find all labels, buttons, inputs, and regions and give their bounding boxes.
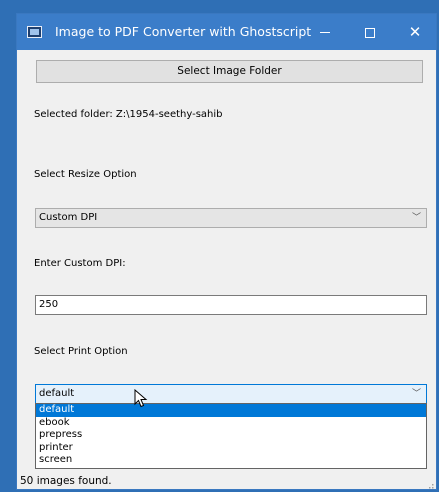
resize-option-label: Select Resize Option — [34, 169, 137, 180]
select-image-folder-button[interactable]: Select Image Folder — [36, 60, 423, 83]
print-option-label: Select Print Option — [34, 346, 128, 357]
status-bar: 50 images found. — [17, 474, 436, 489]
chevron-down-icon: ﹀ — [411, 213, 421, 223]
custom-dpi-input[interactable]: 250 — [35, 295, 427, 315]
app-icon — [27, 26, 42, 38]
minimize-button[interactable] — [303, 14, 347, 50]
print-option-dropdown-list: default ebook prepress printer screen — [35, 403, 427, 469]
resize-grip-icon[interactable] — [426, 481, 434, 489]
print-option-value: default — [39, 388, 75, 399]
chevron-down-icon: ﹀ — [411, 389, 421, 399]
app-window: Image to PDF Converter with Ghostscript … — [16, 13, 437, 490]
dropdown-option-prepress[interactable]: prepress — [36, 429, 426, 442]
status-text: 50 images found. — [20, 475, 112, 487]
selected-folder-label: Selected folder: Z:\1954-seethy-sahib — [34, 109, 223, 120]
maximize-button[interactable] — [348, 14, 392, 50]
resize-option-value: Custom DPI — [39, 212, 98, 223]
custom-dpi-label: Enter Custom DPI: — [34, 258, 126, 269]
resize-option-select[interactable]: Custom DPI ﹀ — [35, 208, 427, 228]
dropdown-option-screen[interactable]: screen — [36, 454, 426, 467]
minimize-icon — [320, 32, 330, 33]
mouse-cursor-icon — [134, 389, 148, 408]
close-button[interactable]: ✕ — [393, 14, 436, 50]
dropdown-option-default[interactable]: default — [36, 404, 426, 417]
title-bar[interactable]: Image to PDF Converter with Ghostscript … — [17, 14, 436, 50]
dropdown-option-printer[interactable]: printer — [36, 442, 426, 455]
close-icon: ✕ — [408, 23, 422, 41]
window-title: Image to PDF Converter with Ghostscript — [55, 24, 312, 39]
maximize-icon — [365, 27, 375, 38]
custom-dpi-value: 250 — [39, 299, 59, 310]
print-option-select[interactable]: default ﹀ — [35, 384, 427, 404]
dropdown-option-ebook[interactable]: ebook — [36, 417, 426, 430]
